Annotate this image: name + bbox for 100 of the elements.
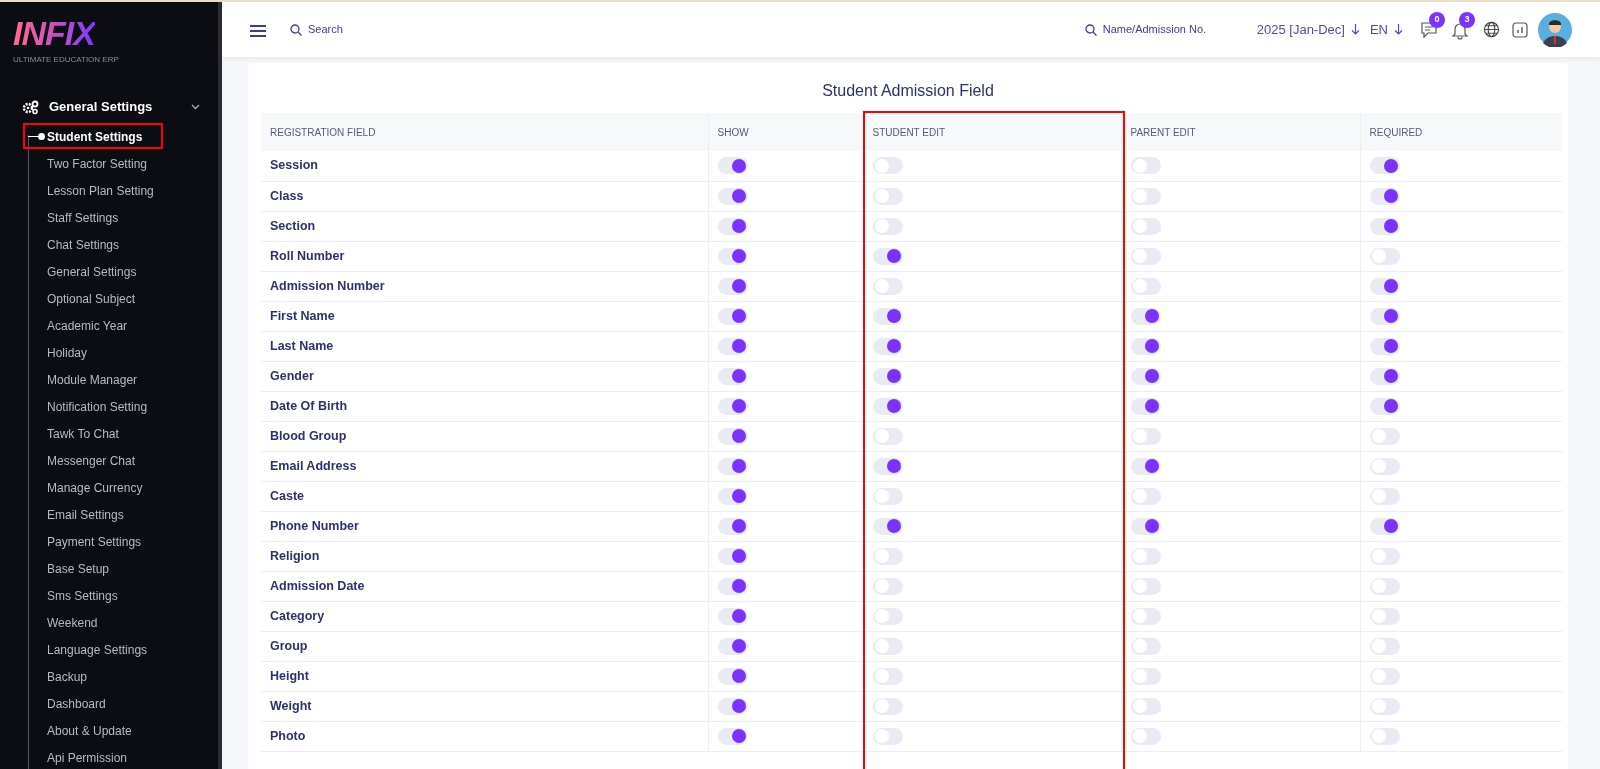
message-count-badge: 0 bbox=[1429, 11, 1445, 28]
notification-count-badge: 3 bbox=[1459, 11, 1475, 28]
toggle-switch[interactable] bbox=[1130, 337, 1161, 355]
sidebar-item[interactable]: Messenger Chat bbox=[47, 451, 136, 470]
sidebar-item[interactable]: Holiday bbox=[47, 343, 88, 362]
toggle-switch[interactable] bbox=[1369, 217, 1400, 235]
caret-icon bbox=[191, 104, 200, 110]
toggle-switch[interactable] bbox=[872, 397, 903, 415]
toggle-switch[interactable] bbox=[1369, 187, 1400, 205]
table-cell: Class bbox=[261, 181, 708, 211]
selected-marker-icon bbox=[28, 133, 45, 140]
search-icon bbox=[1084, 23, 1097, 36]
toggle-switch[interactable] bbox=[872, 247, 903, 265]
sidebar-item[interactable]: Optional Subject bbox=[47, 289, 136, 308]
sidebar-item[interactable]: Language Settings bbox=[47, 640, 148, 659]
sidebar-item[interactable]: Module Manager bbox=[47, 370, 138, 389]
toggle-switch[interactable] bbox=[717, 247, 748, 265]
toggle-switch[interactable] bbox=[717, 697, 748, 715]
toggle-switch[interactable] bbox=[717, 667, 748, 685]
toggle-switch[interactable] bbox=[717, 337, 748, 355]
toggle-switch[interactable] bbox=[717, 277, 748, 295]
gears-icon bbox=[22, 99, 39, 115]
sidebar-item[interactable]: Base Setup bbox=[47, 559, 110, 578]
chart-icon[interactable] bbox=[1512, 21, 1528, 38]
sidebar-item[interactable]: About & Update bbox=[47, 721, 132, 740]
table-cell: Date Of Birth bbox=[261, 391, 708, 421]
table-cell: First Name bbox=[261, 301, 708, 331]
toggle-switch[interactable] bbox=[717, 517, 748, 535]
column-header: STUDENT EDIT bbox=[863, 113, 1121, 151]
globe-icon[interactable] bbox=[1483, 21, 1500, 38]
sidebar-item[interactable]: Student Settings bbox=[47, 127, 143, 146]
toggle-switch[interactable] bbox=[872, 307, 903, 325]
sidebar-item[interactable]: Payment Settings bbox=[47, 532, 142, 551]
sidebar-item[interactable]: Lesson Plan Setting bbox=[47, 181, 154, 200]
table-cell: Section bbox=[261, 211, 708, 241]
sidebar-item[interactable]: Tawk To Chat bbox=[47, 424, 119, 443]
table-cell: Admission Number bbox=[261, 271, 708, 301]
session-dropdown[interactable]: 2025 [Jan-Dec] bbox=[1256, 19, 1360, 40]
sidebar-item[interactable]: Dashboard bbox=[47, 694, 106, 713]
sidebar-item[interactable]: Sms Settings bbox=[47, 586, 118, 605]
toggle-switch[interactable] bbox=[717, 217, 748, 235]
toggle-switch[interactable] bbox=[1130, 517, 1161, 535]
table-cell: Phone Number bbox=[261, 511, 708, 541]
toggle-switch[interactable] bbox=[872, 517, 903, 535]
table-cell: Session bbox=[261, 151, 708, 181]
toggle-switch[interactable] bbox=[872, 367, 903, 385]
logo-tagline: ULTIMATE EDUCATION ERP bbox=[13, 54, 120, 66]
sidebar-item[interactable]: Backup bbox=[47, 667, 88, 686]
sidebar-item[interactable]: Api Permission bbox=[47, 748, 128, 767]
sidebar-item[interactable]: Email Settings bbox=[47, 505, 124, 524]
page-title: Student Admission Field bbox=[821, 81, 995, 101]
toggle-switch[interactable] bbox=[717, 607, 748, 625]
toggle-switch[interactable] bbox=[1369, 517, 1400, 535]
sidebar-item[interactable]: Manage Currency bbox=[47, 478, 143, 497]
toggle-switch[interactable] bbox=[717, 457, 748, 475]
toggle-switch[interactable] bbox=[1369, 157, 1400, 175]
search-field[interactable]: Search bbox=[308, 21, 428, 38]
toggle-switch[interactable] bbox=[717, 187, 748, 205]
toggle-switch[interactable] bbox=[1130, 307, 1161, 325]
toggle-switch[interactable] bbox=[872, 337, 903, 355]
toggle-switch[interactable] bbox=[717, 367, 748, 385]
sidebar-item[interactable]: Staff Settings bbox=[47, 208, 119, 227]
toggle-switch[interactable] bbox=[717, 637, 748, 655]
toggle-switch[interactable] bbox=[872, 457, 903, 475]
table-cell: Group bbox=[261, 631, 708, 661]
sidebar-item[interactable]: General Settings bbox=[47, 262, 137, 281]
table-cell: Height bbox=[261, 661, 708, 691]
sidebar-item[interactable]: Chat Settings bbox=[47, 235, 120, 254]
sidebar-item[interactable]: Academic Year bbox=[47, 316, 128, 335]
table-cell: Blood Group bbox=[261, 421, 708, 451]
sidebar-item[interactable]: Two Factor Setting bbox=[47, 154, 148, 173]
language-dropdown[interactable]: EN bbox=[1369, 19, 1403, 40]
toggle-switch[interactable] bbox=[1130, 457, 1161, 475]
student-search-field[interactable]: Name/Admission No. bbox=[1102, 21, 1233, 38]
toggle-switch[interactable] bbox=[1369, 397, 1400, 415]
toggle-switch[interactable] bbox=[1369, 367, 1400, 385]
table-cell: Caste bbox=[261, 481, 708, 511]
table-cell: Category bbox=[261, 601, 708, 631]
toggle-switch[interactable] bbox=[1369, 337, 1400, 355]
toggle-switch[interactable] bbox=[717, 577, 748, 595]
table-cell: Admission Date bbox=[261, 571, 708, 601]
toggle-switch[interactable] bbox=[717, 487, 748, 505]
toggle-switch[interactable] bbox=[717, 307, 748, 325]
sidebar-item[interactable]: Notification Setting bbox=[47, 397, 148, 416]
toggle-switch[interactable] bbox=[717, 547, 748, 565]
toggle-switch[interactable] bbox=[717, 157, 748, 175]
toggle-switch[interactable] bbox=[717, 727, 748, 745]
toggle-switch[interactable] bbox=[717, 427, 748, 445]
column-header: REGISTRATION FIELD bbox=[261, 113, 708, 151]
sidebar-group[interactable]: General Settings bbox=[22, 96, 200, 118]
toggle-switch[interactable] bbox=[717, 397, 748, 415]
down-arrow-icon bbox=[1350, 24, 1360, 35]
toggle-switch[interactable] bbox=[1369, 277, 1400, 295]
avatar-icon[interactable] bbox=[1538, 12, 1572, 47]
toggle-switch[interactable] bbox=[1369, 307, 1400, 325]
menu-icon[interactable] bbox=[250, 24, 266, 37]
toggle-switch[interactable] bbox=[1130, 367, 1161, 385]
column-header: PARENT EDIT bbox=[1121, 113, 1360, 151]
sidebar-item[interactable]: Weekend bbox=[47, 613, 98, 632]
toggle-switch[interactable] bbox=[1130, 397, 1161, 415]
